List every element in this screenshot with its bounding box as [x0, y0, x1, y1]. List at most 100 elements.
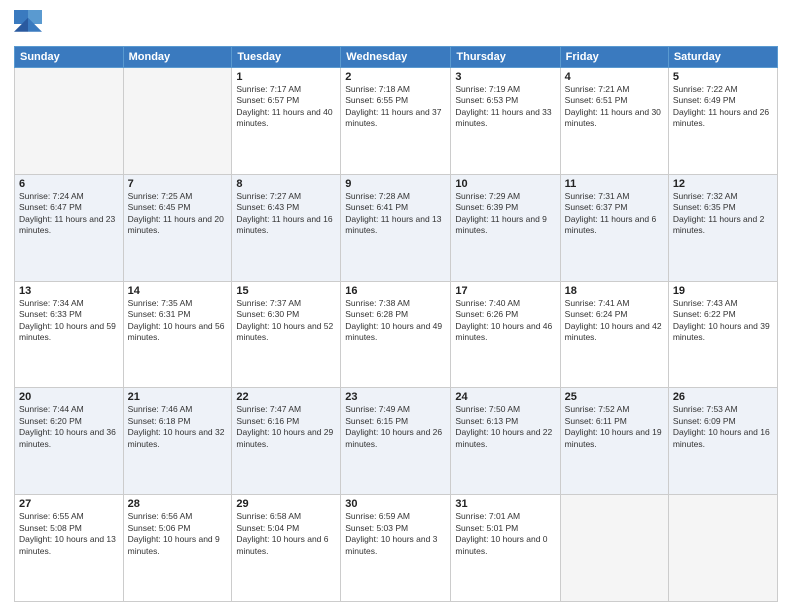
day-info: Sunrise: 7:25 AMSunset: 6:45 PMDaylight:…	[128, 191, 228, 237]
calendar-week-5: 27Sunrise: 6:55 AMSunset: 5:08 PMDayligh…	[15, 495, 778, 602]
calendar-header-row: SundayMondayTuesdayWednesdayThursdayFrid…	[15, 47, 778, 68]
col-header-thursday: Thursday	[451, 47, 560, 68]
calendar-cell: 11Sunrise: 7:31 AMSunset: 6:37 PMDayligh…	[560, 174, 668, 281]
day-number: 21	[128, 391, 228, 403]
calendar-cell	[15, 68, 124, 175]
day-number: 20	[19, 391, 119, 403]
calendar-cell: 24Sunrise: 7:50 AMSunset: 6:13 PMDayligh…	[451, 388, 560, 495]
day-number: 1	[236, 71, 336, 83]
day-info: Sunrise: 7:38 AMSunset: 6:28 PMDaylight:…	[345, 298, 446, 344]
day-number: 19	[673, 285, 773, 297]
calendar-cell: 13Sunrise: 7:34 AMSunset: 6:33 PMDayligh…	[15, 281, 124, 388]
day-number: 16	[345, 285, 446, 297]
calendar-cell: 26Sunrise: 7:53 AMSunset: 6:09 PMDayligh…	[668, 388, 777, 495]
calendar-cell: 18Sunrise: 7:41 AMSunset: 6:24 PMDayligh…	[560, 281, 668, 388]
calendar-cell: 8Sunrise: 7:27 AMSunset: 6:43 PMDaylight…	[232, 174, 341, 281]
calendar-week-4: 20Sunrise: 7:44 AMSunset: 6:20 PMDayligh…	[15, 388, 778, 495]
day-info: Sunrise: 7:34 AMSunset: 6:33 PMDaylight:…	[19, 298, 119, 344]
calendar-cell: 30Sunrise: 6:59 AMSunset: 5:03 PMDayligh…	[341, 495, 451, 602]
header	[14, 10, 778, 38]
calendar: SundayMondayTuesdayWednesdayThursdayFrid…	[14, 46, 778, 602]
calendar-cell: 5Sunrise: 7:22 AMSunset: 6:49 PMDaylight…	[668, 68, 777, 175]
day-info: Sunrise: 6:58 AMSunset: 5:04 PMDaylight:…	[236, 511, 336, 557]
calendar-cell: 17Sunrise: 7:40 AMSunset: 6:26 PMDayligh…	[451, 281, 560, 388]
day-number: 29	[236, 498, 336, 510]
day-number: 15	[236, 285, 336, 297]
calendar-cell: 12Sunrise: 7:32 AMSunset: 6:35 PMDayligh…	[668, 174, 777, 281]
day-number: 11	[565, 178, 664, 190]
day-info: Sunrise: 6:55 AMSunset: 5:08 PMDaylight:…	[19, 511, 119, 557]
col-header-sunday: Sunday	[15, 47, 124, 68]
day-number: 2	[345, 71, 446, 83]
calendar-cell: 25Sunrise: 7:52 AMSunset: 6:11 PMDayligh…	[560, 388, 668, 495]
day-info: Sunrise: 7:41 AMSunset: 6:24 PMDaylight:…	[565, 298, 664, 344]
calendar-cell: 27Sunrise: 6:55 AMSunset: 5:08 PMDayligh…	[15, 495, 124, 602]
day-number: 9	[345, 178, 446, 190]
calendar-cell: 23Sunrise: 7:49 AMSunset: 6:15 PMDayligh…	[341, 388, 451, 495]
day-number: 27	[19, 498, 119, 510]
day-number: 8	[236, 178, 336, 190]
calendar-cell	[560, 495, 668, 602]
calendar-cell: 2Sunrise: 7:18 AMSunset: 6:55 PMDaylight…	[341, 68, 451, 175]
day-info: Sunrise: 7:01 AMSunset: 5:01 PMDaylight:…	[455, 511, 555, 557]
calendar-cell: 15Sunrise: 7:37 AMSunset: 6:30 PMDayligh…	[232, 281, 341, 388]
day-info: Sunrise: 7:17 AMSunset: 6:57 PMDaylight:…	[236, 84, 336, 130]
page: SundayMondayTuesdayWednesdayThursdayFrid…	[0, 0, 792, 612]
calendar-cell: 28Sunrise: 6:56 AMSunset: 5:06 PMDayligh…	[123, 495, 232, 602]
calendar-cell: 9Sunrise: 7:28 AMSunset: 6:41 PMDaylight…	[341, 174, 451, 281]
day-number: 31	[455, 498, 555, 510]
day-number: 26	[673, 391, 773, 403]
calendar-week-2: 6Sunrise: 7:24 AMSunset: 6:47 PMDaylight…	[15, 174, 778, 281]
day-info: Sunrise: 7:43 AMSunset: 6:22 PMDaylight:…	[673, 298, 773, 344]
day-number: 28	[128, 498, 228, 510]
calendar-cell: 22Sunrise: 7:47 AMSunset: 6:16 PMDayligh…	[232, 388, 341, 495]
calendar-cell: 1Sunrise: 7:17 AMSunset: 6:57 PMDaylight…	[232, 68, 341, 175]
day-number: 3	[455, 71, 555, 83]
day-info: Sunrise: 7:49 AMSunset: 6:15 PMDaylight:…	[345, 404, 446, 450]
day-number: 6	[19, 178, 119, 190]
day-info: Sunrise: 7:22 AMSunset: 6:49 PMDaylight:…	[673, 84, 773, 130]
day-info: Sunrise: 7:32 AMSunset: 6:35 PMDaylight:…	[673, 191, 773, 237]
day-info: Sunrise: 7:21 AMSunset: 6:51 PMDaylight:…	[565, 84, 664, 130]
day-number: 24	[455, 391, 555, 403]
day-info: Sunrise: 7:40 AMSunset: 6:26 PMDaylight:…	[455, 298, 555, 344]
col-header-wednesday: Wednesday	[341, 47, 451, 68]
day-number: 30	[345, 498, 446, 510]
day-number: 25	[565, 391, 664, 403]
day-number: 10	[455, 178, 555, 190]
day-info: Sunrise: 7:35 AMSunset: 6:31 PMDaylight:…	[128, 298, 228, 344]
calendar-cell: 16Sunrise: 7:38 AMSunset: 6:28 PMDayligh…	[341, 281, 451, 388]
day-info: Sunrise: 7:52 AMSunset: 6:11 PMDaylight:…	[565, 404, 664, 450]
day-number: 4	[565, 71, 664, 83]
day-number: 23	[345, 391, 446, 403]
calendar-cell: 14Sunrise: 7:35 AMSunset: 6:31 PMDayligh…	[123, 281, 232, 388]
calendar-cell: 7Sunrise: 7:25 AMSunset: 6:45 PMDaylight…	[123, 174, 232, 281]
calendar-week-1: 1Sunrise: 7:17 AMSunset: 6:57 PMDaylight…	[15, 68, 778, 175]
day-info: Sunrise: 7:29 AMSunset: 6:39 PMDaylight:…	[455, 191, 555, 237]
day-number: 12	[673, 178, 773, 190]
calendar-cell: 21Sunrise: 7:46 AMSunset: 6:18 PMDayligh…	[123, 388, 232, 495]
logo-icon	[14, 10, 42, 38]
calendar-cell: 3Sunrise: 7:19 AMSunset: 6:53 PMDaylight…	[451, 68, 560, 175]
calendar-cell	[123, 68, 232, 175]
col-header-friday: Friday	[560, 47, 668, 68]
day-info: Sunrise: 7:44 AMSunset: 6:20 PMDaylight:…	[19, 404, 119, 450]
day-info: Sunrise: 7:37 AMSunset: 6:30 PMDaylight:…	[236, 298, 336, 344]
calendar-cell: 31Sunrise: 7:01 AMSunset: 5:01 PMDayligh…	[451, 495, 560, 602]
day-number: 7	[128, 178, 228, 190]
calendar-cell: 6Sunrise: 7:24 AMSunset: 6:47 PMDaylight…	[15, 174, 124, 281]
day-info: Sunrise: 7:31 AMSunset: 6:37 PMDaylight:…	[565, 191, 664, 237]
day-info: Sunrise: 7:28 AMSunset: 6:41 PMDaylight:…	[345, 191, 446, 237]
calendar-week-3: 13Sunrise: 7:34 AMSunset: 6:33 PMDayligh…	[15, 281, 778, 388]
day-number: 14	[128, 285, 228, 297]
col-header-tuesday: Tuesday	[232, 47, 341, 68]
calendar-cell: 19Sunrise: 7:43 AMSunset: 6:22 PMDayligh…	[668, 281, 777, 388]
calendar-cell: 29Sunrise: 6:58 AMSunset: 5:04 PMDayligh…	[232, 495, 341, 602]
calendar-cell: 20Sunrise: 7:44 AMSunset: 6:20 PMDayligh…	[15, 388, 124, 495]
day-info: Sunrise: 7:46 AMSunset: 6:18 PMDaylight:…	[128, 404, 228, 450]
calendar-cell: 10Sunrise: 7:29 AMSunset: 6:39 PMDayligh…	[451, 174, 560, 281]
day-info: Sunrise: 7:47 AMSunset: 6:16 PMDaylight:…	[236, 404, 336, 450]
day-info: Sunrise: 7:24 AMSunset: 6:47 PMDaylight:…	[19, 191, 119, 237]
day-number: 13	[19, 285, 119, 297]
col-header-monday: Monday	[123, 47, 232, 68]
